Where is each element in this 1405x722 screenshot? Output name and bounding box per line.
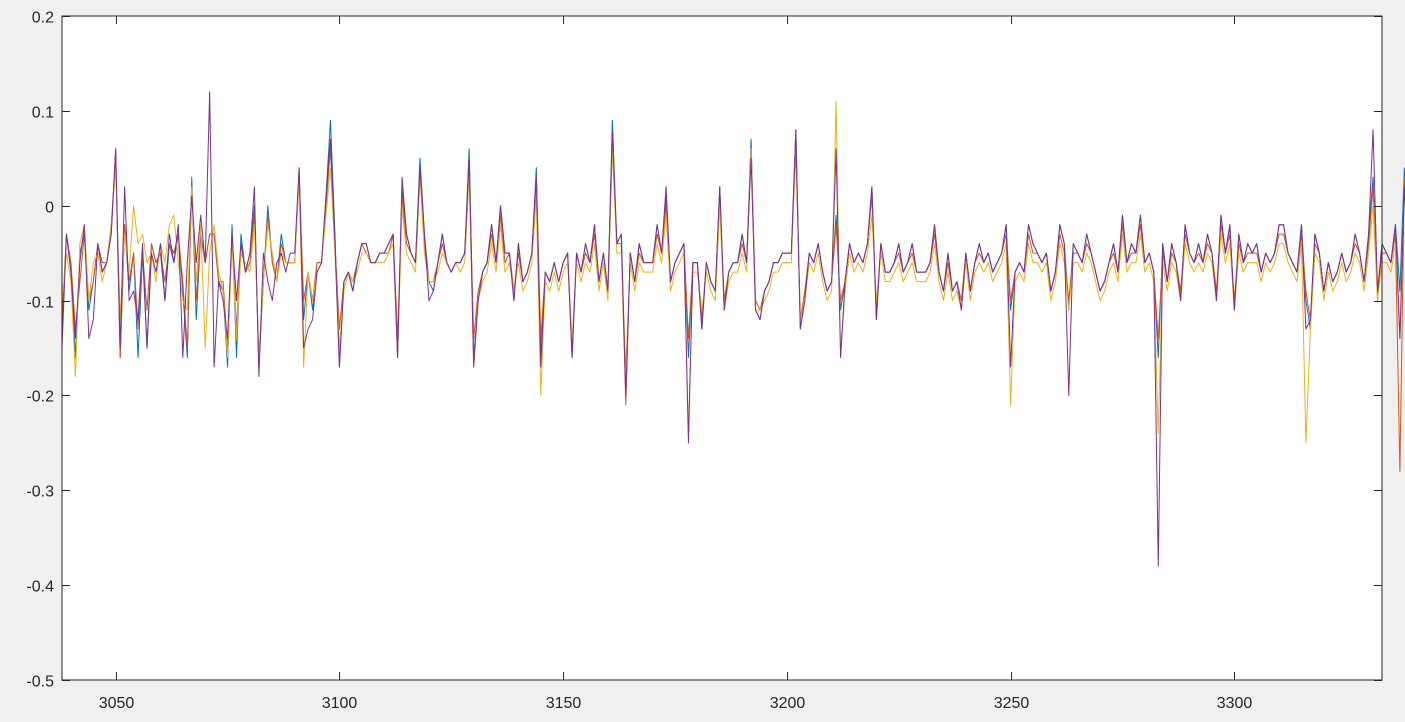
y-tick-label: -0.1 [26,295,54,312]
y-tick-label: -0.5 [26,674,54,691]
y-tick-label: -0.2 [26,389,54,406]
y-tick-label: 0 [45,200,54,217]
y-tick-label: 0.1 [32,105,54,122]
x-tick-label: 3050 [99,695,135,712]
line-chart: 3050 3100 3150 3200 3250 3300 0.2 0.1 0 -0.1 -0.2 -… [26,10,1405,712]
y-tick-label: 0.2 [32,10,54,27]
x-tick-label: 3200 [770,695,806,712]
x-tick-label: 3250 [994,695,1030,712]
x-tick-label: 3150 [546,695,582,712]
y-tick-label: -0.3 [26,484,54,501]
matlab-figure-window: 3050 3100 3150 3200 3250 3300 0.2 0.1 0 -0.1 -0.2 -… [0,0,1405,722]
x-tick-label: 3100 [322,695,358,712]
y-tick-label: -0.4 [26,579,54,596]
x-tick-label: 3300 [1217,695,1253,712]
